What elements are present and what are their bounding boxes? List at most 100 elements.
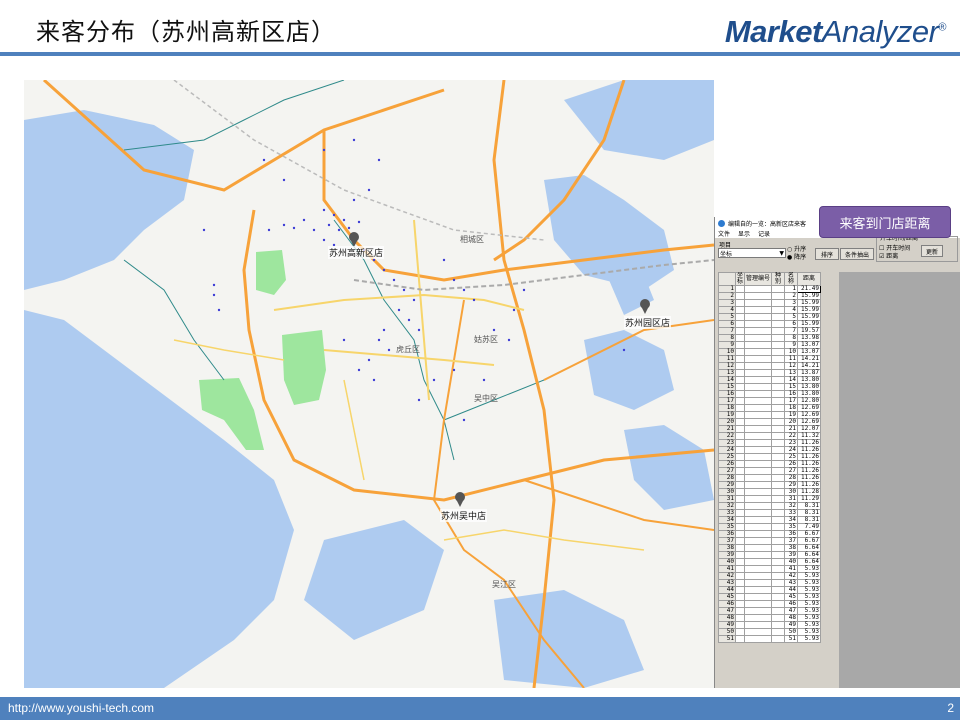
radio-desc[interactable]: ● 降序	[787, 252, 806, 261]
lake-taihu-south	[24, 310, 294, 688]
table-cell	[771, 397, 786, 405]
table-cell	[734, 439, 746, 447]
lake-east-4	[624, 425, 714, 510]
lake-south	[304, 520, 444, 640]
table-cell	[771, 285, 786, 293]
table-cell	[734, 530, 746, 538]
table-header[interactable]: 坐标	[734, 272, 746, 286]
map[interactable]: 苏州高新区店 苏州园区店 苏州吴中店 相城区 虎丘区 姑苏区 吴中区 吴江区	[24, 80, 714, 688]
table-cell	[744, 495, 773, 503]
road-minor-2	[413, 219, 430, 401]
table-cell	[734, 607, 746, 615]
table-cell	[734, 628, 746, 636]
table-cell	[734, 467, 746, 475]
store-label-gaoxin: 苏州高新区店	[328, 246, 385, 259]
empty-grid-area	[839, 272, 960, 688]
table-cell	[771, 565, 786, 573]
table-cell	[771, 376, 786, 384]
table-cell	[734, 292, 746, 300]
table-cell	[744, 439, 773, 447]
table-cell	[744, 411, 773, 419]
table-cell	[771, 509, 786, 517]
table-cell	[771, 348, 786, 356]
table-cell	[771, 432, 786, 440]
table-cell	[744, 551, 773, 559]
table-cell	[734, 481, 746, 489]
distance-table[interactable]: 坐标 管理编号 种别 名称 距离 1 1 21.49 2 2 15.99 3 3 15.99 4 4…	[718, 272, 836, 688]
table-cell	[744, 376, 773, 384]
store-pin-yuanqu	[640, 299, 650, 314]
table-cell	[734, 537, 746, 545]
table-cell	[744, 579, 773, 587]
time-distance-group: 开车时间/距离 ☐ 开车时间 ☑ 距离 更新	[876, 233, 958, 262]
header-rule	[0, 52, 960, 56]
store-pin-wuzhong	[455, 492, 465, 507]
table-cell	[771, 607, 786, 615]
table-cell	[771, 467, 786, 475]
table-cell	[771, 362, 786, 370]
table-cell	[771, 327, 786, 335]
table-cell	[734, 502, 746, 510]
table-cell	[771, 411, 786, 419]
table-cell: 51	[718, 635, 736, 643]
table-cell	[771, 474, 786, 482]
table-header[interactable]: 距离	[797, 272, 822, 286]
extract-button[interactable]: 条件抽出	[840, 248, 874, 260]
table-cell	[734, 572, 746, 580]
lake-southeast	[494, 590, 644, 688]
table-cell	[771, 439, 786, 447]
table-cell	[744, 628, 773, 636]
table-cell	[744, 502, 773, 510]
table-cell	[771, 341, 786, 349]
table-header[interactable]: 管理编号	[744, 272, 773, 286]
table-cell	[744, 572, 773, 580]
menu-view[interactable]: 显示	[738, 229, 750, 238]
table-row[interactable]: 51 51 5.93	[718, 635, 822, 643]
table-header-rownum	[718, 272, 736, 286]
item-select[interactable]: 坐标 ▼	[718, 248, 786, 258]
store-label-wuzhong: 苏州吴中店	[440, 509, 488, 522]
table-cell: 5.93	[797, 635, 822, 643]
sort-button[interactable]: 排序	[815, 248, 839, 260]
table-cell	[771, 558, 786, 566]
table-cell	[734, 460, 746, 468]
table-cell	[734, 614, 746, 622]
table-cell	[771, 530, 786, 538]
table-cell	[734, 488, 746, 496]
table-cell	[744, 348, 773, 356]
table-cell	[744, 488, 773, 496]
table-cell	[771, 579, 786, 587]
table-cell: 51	[784, 635, 799, 643]
table-cell	[771, 334, 786, 342]
table-cell	[734, 376, 746, 384]
table-header[interactable]: 名称	[784, 272, 799, 286]
lake-east-2	[564, 80, 714, 160]
table-cell	[734, 621, 746, 629]
district-label: 吴江区	[492, 580, 516, 589]
store-label-yuanqu: 苏州园区店	[624, 316, 672, 329]
district-label: 吴中区	[474, 394, 498, 403]
table-cell	[734, 551, 746, 559]
menu-log[interactable]: 记录	[758, 229, 770, 238]
table-cell	[734, 516, 746, 524]
footer-url[interactable]: http://www.youshi-tech.com	[8, 701, 154, 715]
menu-file[interactable]: 文件	[718, 229, 730, 238]
table-cell	[734, 334, 746, 342]
table-cell	[734, 593, 746, 601]
table-cell	[771, 460, 786, 468]
table-cell	[734, 579, 746, 587]
table-header[interactable]: 种别	[771, 272, 786, 286]
update-button[interactable]: 更新	[921, 245, 943, 257]
table-cell	[771, 390, 786, 398]
table-cell	[744, 544, 773, 552]
table-cell	[771, 572, 786, 580]
table-cell	[744, 621, 773, 629]
table-cell	[744, 453, 773, 461]
table-cell	[744, 607, 773, 615]
table-cell	[771, 621, 786, 629]
chevron-down-icon: ▼	[779, 249, 784, 257]
table-cell	[771, 481, 786, 489]
table-cell	[734, 586, 746, 594]
table-cell	[744, 516, 773, 524]
check-distance[interactable]: ☑ 距离	[879, 251, 898, 260]
